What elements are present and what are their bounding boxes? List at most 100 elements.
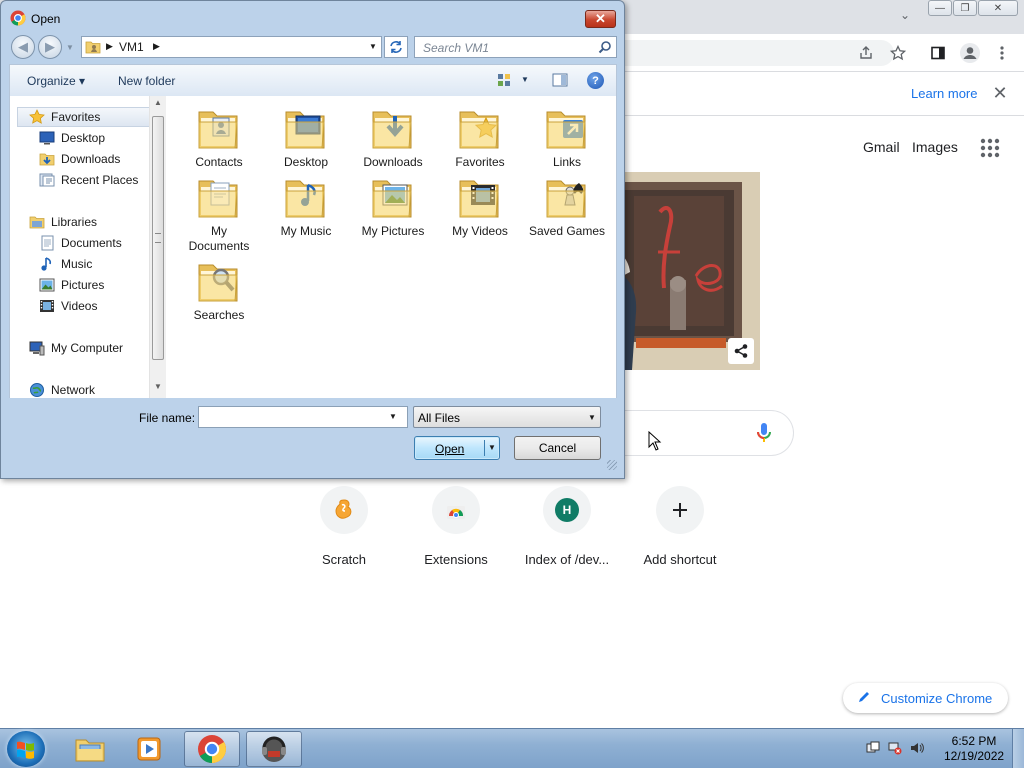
folder-item-my-documents[interactable]: My Documents bbox=[179, 173, 259, 254]
restore-button[interactable]: ❐ bbox=[953, 0, 977, 16]
folder-item-saved-games[interactable]: Saved Games bbox=[527, 173, 607, 239]
nav-item-recent-places[interactable]: Recent Places bbox=[39, 172, 138, 188]
nav-item-videos[interactable]: Videos bbox=[39, 298, 97, 314]
file-type-dropdown-icon: ▼ bbox=[588, 413, 596, 422]
folder-item-desktop[interactable]: Desktop bbox=[266, 104, 346, 170]
file-name-input[interactable] bbox=[198, 406, 408, 428]
folder-item-my-pictures[interactable]: My Pictures bbox=[353, 173, 433, 239]
breadcrumb-chevron-icon[interactable]: ▶ bbox=[106, 41, 113, 52]
folder-label: Saved Games bbox=[528, 224, 606, 238]
bookmark-star-icon[interactable] bbox=[886, 41, 910, 65]
volume-icon[interactable] bbox=[910, 741, 924, 755]
start-button[interactable] bbox=[7, 731, 45, 767]
open-button[interactable]: Open ▼ bbox=[414, 436, 500, 460]
clock-date: 12/19/2022 bbox=[944, 749, 1005, 763]
forward-button[interactable]: ▶ bbox=[38, 35, 62, 59]
folder-label: My Documents bbox=[188, 224, 250, 253]
mouse-cursor-icon bbox=[648, 430, 662, 451]
share-icon[interactable] bbox=[854, 41, 878, 65]
search-icon[interactable] bbox=[598, 40, 612, 54]
customize-chrome-button[interactable]: Customize Chrome bbox=[843, 683, 1008, 713]
change-view-icon[interactable] bbox=[497, 73, 511, 87]
taskbar-clock[interactable]: 6:52 PM 12/19/2022 bbox=[944, 734, 1004, 764]
search-box[interactable]: Search VM1 bbox=[414, 36, 617, 58]
back-button[interactable]: ◀ bbox=[11, 35, 35, 59]
breadcrumb-chevron-icon[interactable]: ▶ bbox=[153, 41, 160, 52]
doodle-share-icon[interactable] bbox=[728, 338, 754, 364]
letter-avatar-icon: H bbox=[543, 486, 591, 534]
folder-item-links[interactable]: Links bbox=[527, 104, 607, 170]
folder-label: Downloads bbox=[363, 155, 423, 169]
menu-kebab-icon[interactable] bbox=[990, 41, 1014, 65]
new-folder-button[interactable]: New folder bbox=[118, 74, 175, 88]
open-options-dropdown-icon[interactable]: ▼ bbox=[488, 443, 496, 452]
shortcut-tile[interactable]: Extensions bbox=[401, 486, 511, 567]
tab-search-chevron-icon[interactable]: ⌄ bbox=[896, 8, 914, 26]
scroll-up-icon[interactable]: ▲ bbox=[154, 98, 162, 107]
folder-item-my-music[interactable]: My Music bbox=[266, 173, 346, 239]
google-apps-icon[interactable] bbox=[978, 136, 1002, 160]
taskbar-media-player[interactable] bbox=[121, 731, 177, 767]
refresh-button[interactable] bbox=[384, 36, 408, 58]
cancel-button[interactable]: Cancel bbox=[514, 436, 601, 460]
pictures-icon bbox=[39, 277, 55, 293]
favorites-folder-icon bbox=[459, 111, 499, 149]
breadcrumb-item[interactable]: VM1 bbox=[119, 40, 144, 54]
gmail-link[interactable]: Gmail bbox=[863, 139, 900, 155]
shortcut-tile[interactable]: H Index of /dev... bbox=[512, 486, 622, 567]
folder-item-my-videos[interactable]: My Videos bbox=[440, 173, 520, 239]
contacts-folder-icon bbox=[198, 111, 238, 149]
folder-label: My Music bbox=[280, 224, 332, 238]
dialog-close-button[interactable]: ✕ bbox=[585, 10, 616, 28]
resize-grip[interactable] bbox=[607, 460, 617, 470]
folder-item-favorites[interactable]: Favorites bbox=[440, 104, 520, 170]
folder-item-contacts[interactable]: Contacts bbox=[179, 104, 259, 170]
address-dropdown-icon[interactable]: ▼ bbox=[369, 42, 377, 51]
taskbar-app[interactable] bbox=[246, 731, 302, 767]
scrollbar-grip bbox=[155, 233, 161, 243]
navigation-scrollbar[interactable]: ▲ ▼ bbox=[149, 96, 166, 398]
images-link[interactable]: Images bbox=[912, 139, 958, 155]
address-bar[interactable]: ▶ VM1 ▶ ▼ bbox=[81, 36, 382, 58]
taskbar-explorer[interactable] bbox=[62, 731, 118, 767]
music-folder-icon bbox=[285, 180, 325, 218]
view-options-dropdown[interactable]: ▼ bbox=[521, 75, 529, 84]
add-shortcut-tile[interactable]: Add shortcut bbox=[625, 486, 735, 567]
nav-item-desktop[interactable]: Desktop bbox=[39, 130, 105, 146]
open-button-label: Open bbox=[435, 442, 465, 456]
folder-item-searches[interactable]: Searches bbox=[179, 257, 259, 323]
help-icon[interactable]: ? bbox=[587, 72, 604, 89]
action-center-flag-icon[interactable] bbox=[866, 741, 880, 755]
nav-item-my-computer[interactable]: My Computer bbox=[29, 340, 123, 356]
show-desktop-button[interactable] bbox=[1012, 729, 1024, 768]
shortcut-tile[interactable]: Scratch bbox=[289, 486, 399, 567]
clock-time: 6:52 PM bbox=[951, 734, 997, 748]
nav-item-downloads[interactable]: Downloads bbox=[39, 151, 120, 167]
taskbar-chrome[interactable] bbox=[184, 731, 240, 767]
preview-pane-icon[interactable] bbox=[552, 73, 568, 87]
nav-item-favorites[interactable]: Favorites bbox=[29, 109, 100, 125]
side-panel-icon[interactable] bbox=[926, 41, 950, 65]
scroll-down-icon[interactable]: ▼ bbox=[154, 382, 162, 391]
network-disconnected-icon[interactable] bbox=[888, 741, 902, 755]
recent-locations-dropdown[interactable]: ▼ bbox=[66, 43, 74, 52]
nav-item-music[interactable]: Music bbox=[39, 256, 92, 272]
shortcut-label: Extensions bbox=[424, 552, 488, 567]
taskbar: 6:52 PM 12/19/2022 bbox=[0, 728, 1024, 768]
app-icon bbox=[262, 736, 286, 762]
nav-item-libraries[interactable]: Libraries bbox=[29, 214, 97, 230]
nav-item-network[interactable]: Network bbox=[29, 382, 95, 398]
learn-more-link[interactable]: Learn more bbox=[911, 86, 977, 101]
organize-menu[interactable]: Organize ▾ bbox=[27, 74, 85, 88]
profile-avatar-icon[interactable] bbox=[958, 41, 982, 65]
scrollbar-thumb[interactable] bbox=[152, 116, 164, 360]
folder-item-downloads[interactable]: Downloads bbox=[353, 104, 433, 170]
voice-search-mic-icon[interactable] bbox=[754, 421, 774, 445]
customize-label: Customize Chrome bbox=[881, 690, 993, 706]
minimize-button[interactable]: — bbox=[928, 0, 952, 16]
infobar-close-icon[interactable]: ✕ bbox=[990, 83, 1010, 103]
nav-item-pictures[interactable]: Pictures bbox=[39, 277, 104, 293]
file-type-select[interactable]: All Files ▼ bbox=[413, 406, 601, 428]
window-close-button[interactable]: ✕ bbox=[978, 0, 1018, 16]
nav-item-documents[interactable]: Documents bbox=[39, 235, 122, 251]
